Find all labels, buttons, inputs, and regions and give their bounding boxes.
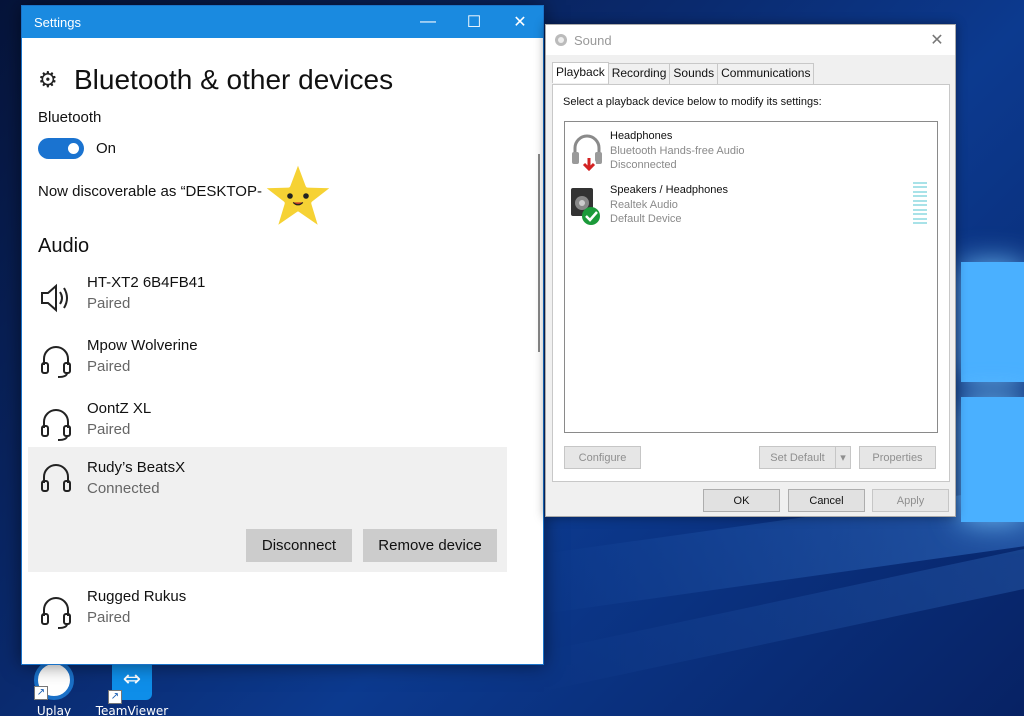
device-item[interactable]: Rugged Rukus Paired — [28, 580, 507, 642]
device-item[interactable]: HT-XT2 6B4FB41 Paired — [28, 266, 507, 328]
set-default-button[interactable]: Set Default — [759, 446, 836, 469]
device-status: Paired — [87, 609, 131, 626]
device-status: Disconnected — [610, 159, 677, 171]
device-item[interactable]: Mpow Wolverine Paired — [28, 329, 507, 391]
device-name: Rugged Rukus — [87, 588, 187, 605]
audio-heading: Audio — [38, 235, 90, 257]
speaker-default-icon — [571, 188, 600, 225]
desktop-icon-label: TeamViewer — [95, 704, 169, 716]
gear-icon: ⚙ — [38, 67, 58, 93]
close-button[interactable]: ✕ — [497, 6, 543, 38]
window-title: Sound — [574, 32, 612, 48]
device-name: HT-XT2 6B4FB41 — [87, 274, 206, 291]
discoverable-text: Now discoverable as “DESKTOP- — [38, 183, 262, 200]
maximize-button[interactable]: ☐ — [451, 6, 497, 38]
playback-pane: Select a playback device below to modify… — [552, 84, 950, 482]
disconnect-button[interactable]: Disconnect — [246, 529, 352, 562]
star-sticker-icon — [259, 158, 337, 232]
shortcut-arrow-icon: ↗ — [34, 686, 48, 700]
sound-app-icon — [555, 34, 567, 46]
bluetooth-toggle[interactable] — [38, 138, 84, 159]
headset-icon — [41, 409, 71, 441]
playback-device-speakers[interactable]: Speakers / Headphones Realtek Audio Defa… — [569, 184, 929, 234]
desktop-icon-uplay[interactable]: ↗ Uplay — [14, 660, 94, 716]
windows-logo-pane — [961, 262, 1024, 382]
scrollbar-thumb[interactable] — [538, 154, 540, 352]
remove-device-button[interactable]: Remove device — [363, 529, 497, 562]
device-name: Rudy’s BeatsX — [87, 459, 186, 476]
tab-playback[interactable]: Playback — [552, 62, 609, 83]
speaker-icon — [41, 283, 68, 313]
device-status: Default Device — [610, 213, 682, 225]
device-status: Paired — [87, 421, 131, 438]
toggle-knob — [68, 143, 79, 154]
settings-titlebar[interactable]: Settings — ☐ ✕ — [22, 6, 543, 38]
ok-button[interactable]: OK — [703, 489, 780, 512]
window-title: Settings — [34, 14, 81, 30]
headphones-disconnected-icon — [572, 134, 602, 172]
desktop-icon-teamviewer[interactable]: ⇔ ↗ TeamViewer — [92, 660, 172, 716]
instruction-text: Select a playback device below to modify… — [563, 96, 822, 108]
tab-sounds[interactable]: Sounds — [669, 63, 719, 84]
device-name: OontZ XL — [87, 400, 152, 417]
bluetooth-state: On — [96, 140, 117, 157]
device-item[interactable]: OontZ XL Paired — [28, 392, 507, 454]
device-name: Headphones — [610, 130, 673, 142]
desktop-icon-label: Uplay — [36, 704, 72, 716]
set-default-dropdown[interactable]: ▾ — [835, 446, 851, 469]
device-status: Paired — [87, 358, 131, 375]
properties-button[interactable]: Properties — [859, 446, 936, 469]
device-driver: Bluetooth Hands-free Audio — [610, 145, 745, 157]
tab-strip: Playback Recording Sounds Communications — [552, 62, 815, 84]
sound-titlebar[interactable]: Sound ✕ — [546, 25, 955, 55]
tab-recording[interactable]: Recording — [607, 63, 671, 84]
playback-device-list[interactable]: Headphones Bluetooth Hands-free Audio Di… — [564, 121, 938, 433]
teamviewer-icon: ⇔ ↗ — [108, 660, 152, 704]
close-icon[interactable]: ✕ — [919, 30, 955, 50]
headset-icon — [41, 597, 71, 629]
settings-window: Settings — ☐ ✕ ⚙ Bluetooth & other devic… — [21, 5, 544, 665]
device-item-selected[interactable]: Rudy’s BeatsX Connected Disconnect Remov… — [28, 447, 507, 572]
device-name: Speakers / Headphones — [610, 184, 729, 196]
shortcut-arrow-icon: ↗ — [108, 690, 122, 704]
minimize-button[interactable]: — — [405, 6, 451, 38]
device-status: Connected — [87, 480, 160, 497]
headphones-icon — [41, 464, 71, 492]
volume-level-meter — [913, 182, 927, 224]
device-name: Mpow Wolverine — [87, 337, 198, 354]
apply-button[interactable]: Apply — [872, 489, 949, 512]
playback-device-headphones[interactable]: Headphones Bluetooth Hands-free Audio Di… — [569, 130, 929, 180]
chevron-down-icon: ▾ — [840, 452, 846, 464]
cancel-button[interactable]: Cancel — [788, 489, 865, 512]
device-driver: Realtek Audio — [610, 199, 678, 211]
bluetooth-label: Bluetooth — [38, 109, 102, 126]
windows-logo-pane — [961, 397, 1024, 522]
device-status: Paired — [87, 295, 131, 312]
tab-communications[interactable]: Communications — [717, 63, 815, 84]
page-title: Bluetooth & other devices — [74, 64, 394, 95]
headset-icon — [41, 346, 71, 378]
uplay-icon: ↗ — [34, 660, 74, 700]
sound-dialog: Sound ✕ Playback Recording Sounds Commun… — [545, 24, 956, 517]
configure-button[interactable]: Configure — [564, 446, 641, 469]
